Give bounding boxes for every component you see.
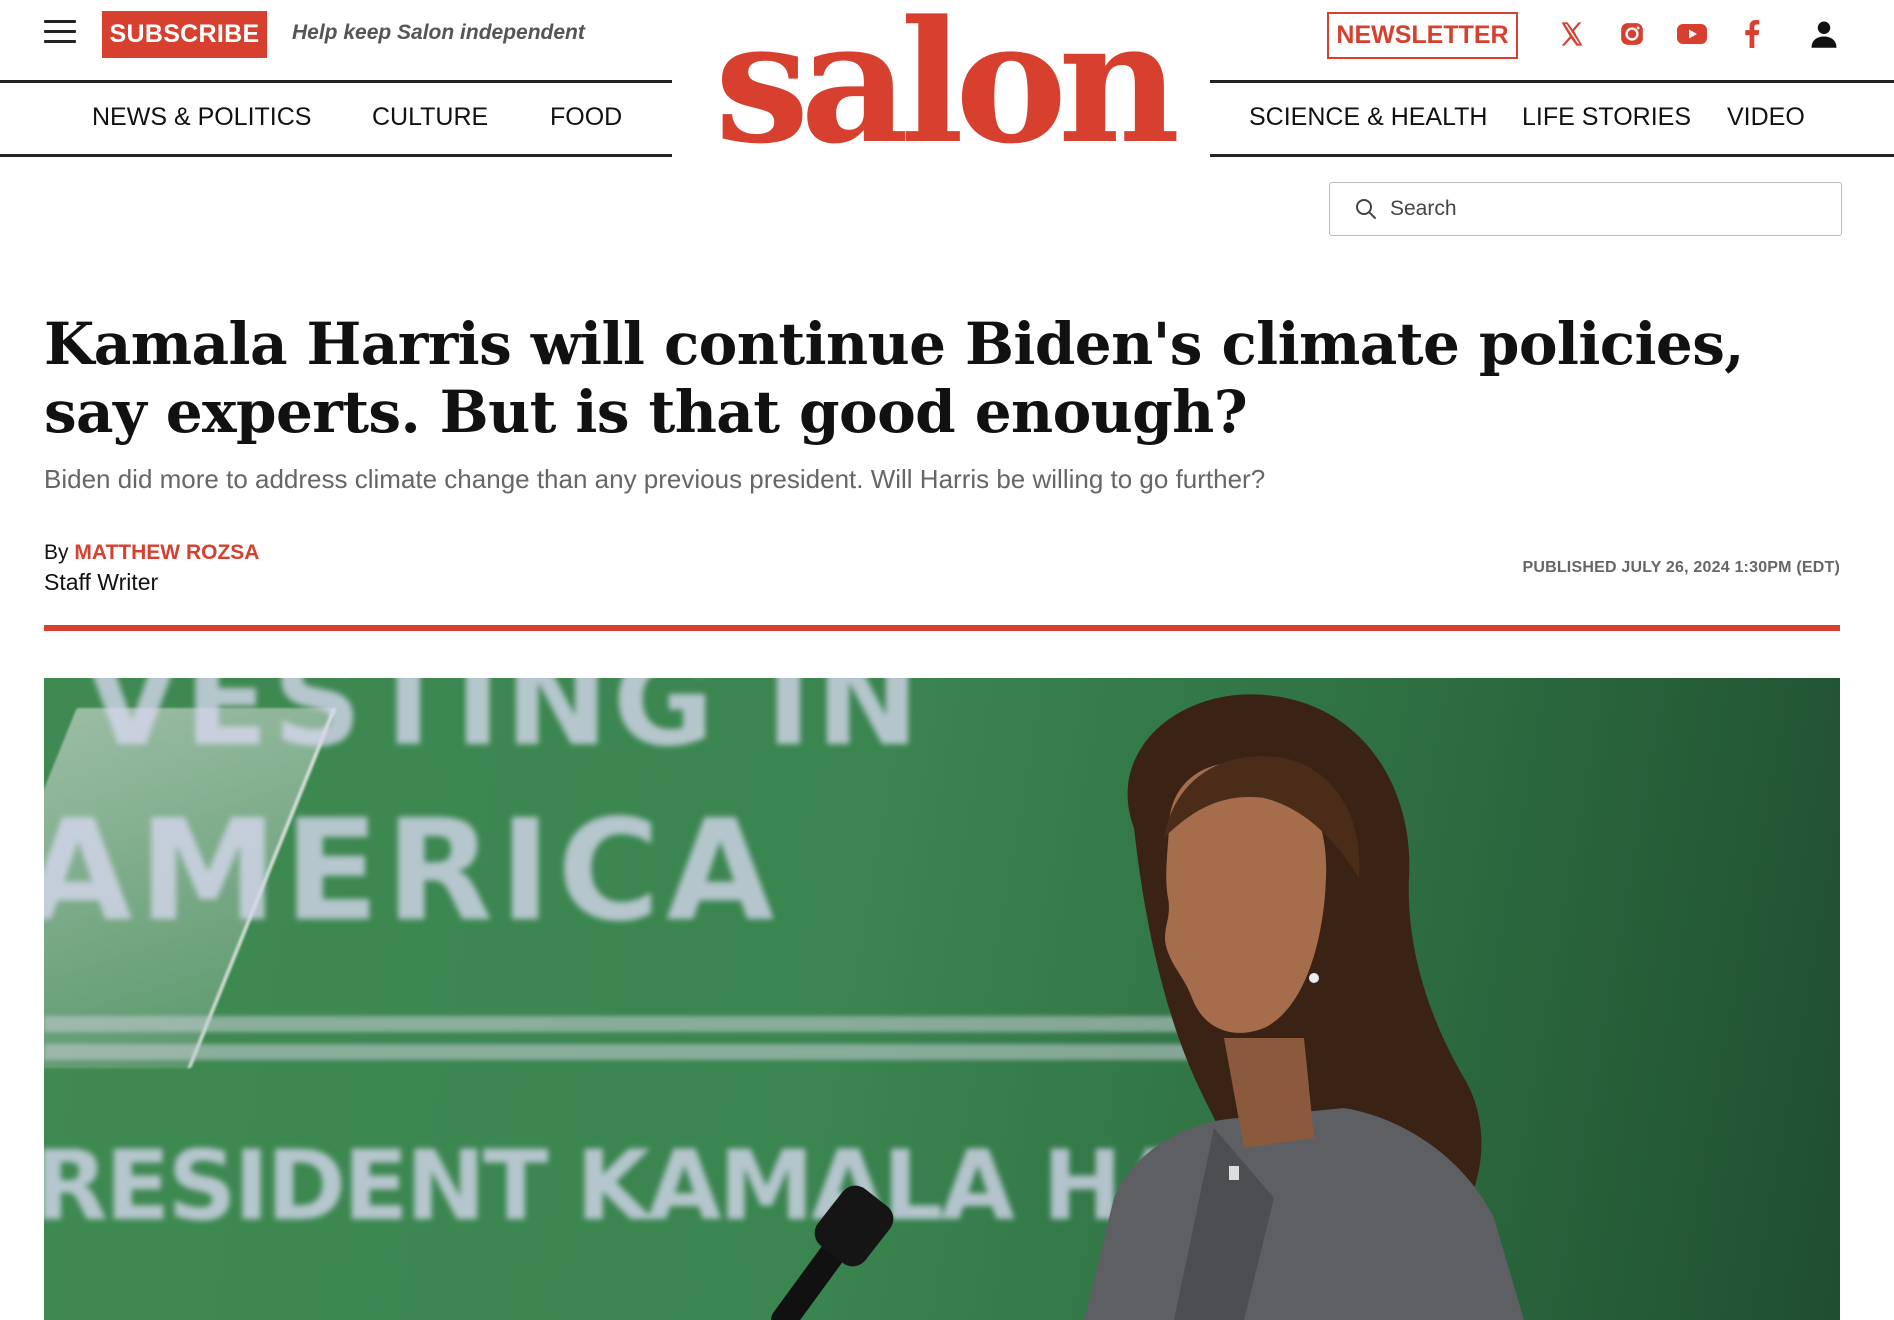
nav-rule-top-left bbox=[0, 80, 672, 83]
speaker-photo bbox=[771, 694, 1524, 1320]
published-date: PUBLISHED JULY 26, 2024 1:30PM (EDT) bbox=[1522, 559, 1840, 576]
search-input[interactable] bbox=[1390, 189, 1841, 229]
nav-rule-bottom-right bbox=[1210, 154, 1894, 157]
tagline: Help keep Salon independent bbox=[292, 21, 585, 44]
author-link[interactable]: MATTHEW ROZSA bbox=[74, 541, 259, 564]
search-icon bbox=[1356, 199, 1376, 219]
article-headline: Kamala Harris will continue Biden's clim… bbox=[44, 310, 1744, 446]
subscribe-button[interactable]: SUBSCRIBE bbox=[102, 11, 267, 58]
nav-rule-top-right bbox=[1210, 80, 1894, 83]
salon-logo[interactable]: salon bbox=[678, 0, 1208, 182]
article-dek: Biden did more to address climate change… bbox=[44, 464, 1266, 494]
nav-item-culture[interactable]: CULTURE bbox=[372, 103, 488, 132]
facebook-icon[interactable] bbox=[1732, 14, 1772, 54]
x-icon[interactable] bbox=[1552, 14, 1592, 54]
header-divider bbox=[44, 625, 1840, 631]
nav-item-life-stories[interactable]: LIFE STORIES bbox=[1522, 103, 1691, 132]
youtube-icon[interactable] bbox=[1672, 14, 1712, 54]
nav-item-food[interactable]: FOOD bbox=[550, 103, 622, 132]
user-icon[interactable] bbox=[1804, 14, 1844, 54]
byline: By MATTHEW ROZSA bbox=[44, 541, 259, 565]
byline-prefix: By bbox=[44, 541, 69, 564]
nav-item-video[interactable]: VIDEO bbox=[1727, 103, 1805, 132]
hero-image: VESTING IN AMERICA RESIDENT KAMALA HAR bbox=[44, 678, 1840, 1320]
menu-icon[interactable] bbox=[44, 20, 76, 46]
nav-item-science-health[interactable]: SCIENCE & HEALTH bbox=[1249, 103, 1487, 132]
newsletter-button[interactable]: NEWSLETTER bbox=[1327, 12, 1518, 59]
nav-item-news-politics[interactable]: NEWS & POLITICS bbox=[92, 103, 311, 132]
search-box[interactable] bbox=[1329, 182, 1842, 236]
author-role: Staff Writer bbox=[44, 569, 159, 595]
nav-rule-bottom-left bbox=[0, 154, 672, 157]
instagram-icon[interactable] bbox=[1612, 14, 1652, 54]
